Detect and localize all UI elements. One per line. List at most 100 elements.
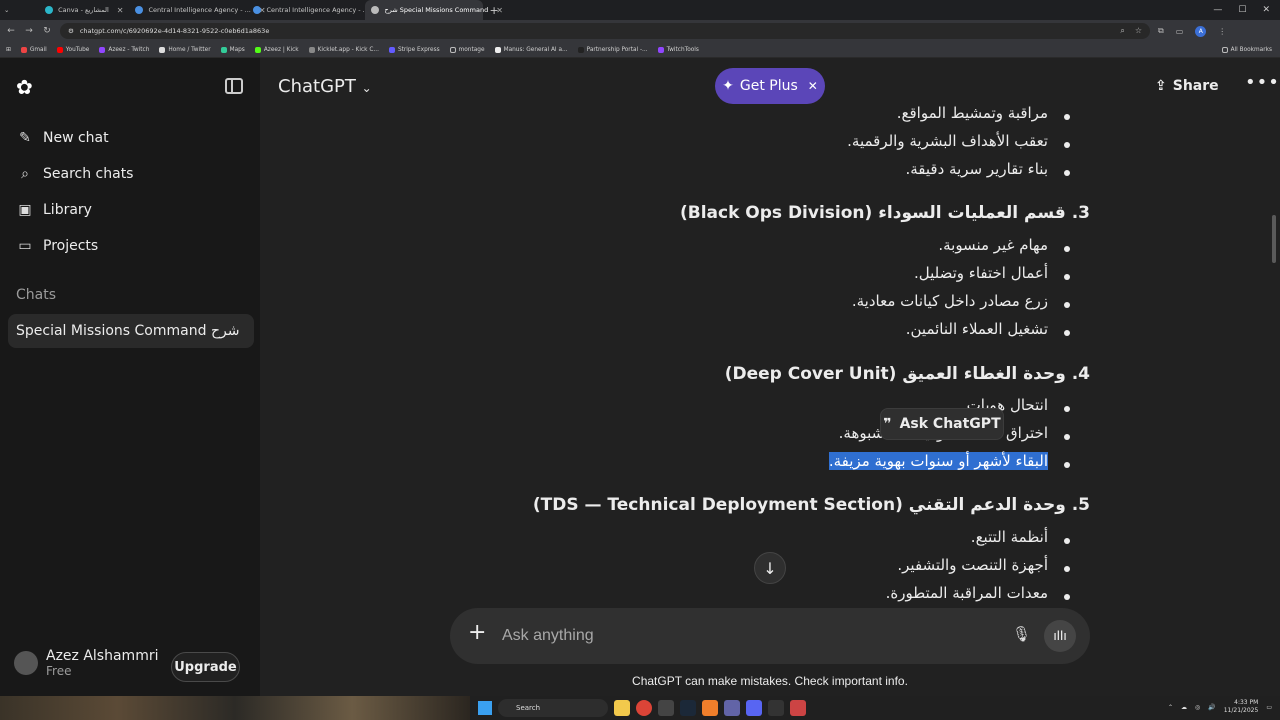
clock-time: 4:33 PM [1234, 699, 1259, 706]
steam-icon[interactable] [680, 700, 696, 716]
section-heading: 4. وحدة الغطاء العميق (Deep Cover Unit) [724, 364, 1090, 384]
list-item: تشغيل العملاء النائمين. [905, 320, 1048, 338]
bookmark-item[interactable]: Home / Twitter [159, 46, 211, 53]
add-attachment-icon[interactable]: + [468, 620, 486, 645]
bookmark-label: All Bookmarks [1230, 46, 1272, 53]
list-item: أنظمة التتبع. [970, 528, 1048, 546]
browser-tab[interactable]: Canva - المشاريع ✕ [13, 0, 129, 20]
chevron-up-icon[interactable]: ⌃ [1168, 704, 1173, 711]
sparkle-icon: ✦ [722, 78, 734, 94]
zoom-icon[interactable]: ⌕ [1120, 26, 1124, 36]
get-plus-button[interactable]: ✦ Get Plus ✕ [715, 68, 825, 104]
back-icon[interactable]: ← [6, 26, 16, 36]
bookmark-item[interactable]: Azeez - Twitch [99, 46, 150, 53]
bookmark-item[interactable]: Azeez | Kick [254, 46, 299, 53]
app-icon[interactable] [702, 700, 718, 716]
user-plan: Free [46, 664, 72, 678]
volume-icon[interactable]: 🔊 [1208, 704, 1215, 711]
close-window-icon[interactable]: ✕ [1262, 5, 1270, 15]
bullet [1064, 406, 1070, 412]
address-bar[interactable]: ⚙ chatgpt.com/c/6920692e-4d14-8321-9522-… [60, 23, 1150, 39]
app-icon[interactable] [724, 700, 740, 716]
library-icon: ▣ [18, 202, 32, 218]
ask-chatgpt-button[interactable]: ❞ Ask ChatGPT [880, 408, 1004, 440]
sidebar-item-projects[interactable]: ▭ Projects [16, 238, 98, 254]
chrome-icon[interactable] [636, 700, 652, 716]
bookmark-item[interactable]: montage [449, 46, 485, 53]
sidepanel-icon[interactable]: ▭ [1176, 27, 1184, 36]
browser-tab[interactable]: Central Intelligence Agency - ...✕ [247, 0, 384, 20]
discord-icon[interactable] [746, 700, 762, 716]
extensions-icon[interactable]: ⧉ [1158, 26, 1164, 36]
scrollbar-thumb[interactable] [1272, 215, 1276, 263]
taskbar: Search ⌃ ☁ ◎ 🔊 4:33 PM 11/21/2025 ▭ [0, 696, 1280, 720]
forward-icon[interactable]: → [24, 26, 34, 36]
chat-list-item[interactable]: Special Missions Command شرح [8, 314, 254, 348]
model-selector[interactable]: ChatGPT ⌄ [278, 76, 372, 97]
model-label: ChatGPT [278, 76, 356, 97]
taskbar-search[interactable]: Search [498, 699, 608, 717]
close-icon[interactable]: ✕ [496, 6, 503, 15]
bullet [1064, 330, 1070, 336]
clock[interactable]: 4:33 PM 11/21/2025 [1224, 699, 1259, 715]
upgrade-button[interactable]: Upgrade [171, 652, 240, 682]
sidebar-toggle-icon[interactable] [225, 78, 243, 94]
apps-icon[interactable]: ⊞ [6, 47, 11, 53]
tab-label: Central Intelligence Agency - ... [148, 6, 251, 14]
file-explorer-icon[interactable] [614, 700, 630, 716]
bookmark-item[interactable]: YouTube [56, 46, 90, 53]
bookmark-label: Azeez - Twitch [108, 46, 150, 53]
bookmark-star-icon[interactable]: ☆ [1135, 26, 1142, 36]
profile-avatar[interactable]: A [1195, 25, 1207, 37]
scroll-down-button[interactable]: ↓ [754, 552, 786, 584]
maximize-icon[interactable]: ☐ [1238, 5, 1246, 15]
sidebar-item-library[interactable]: ▣ Library [16, 202, 92, 218]
minimize-icon[interactable]: — [1213, 5, 1222, 15]
site-info-icon[interactable]: ⚙ [68, 27, 74, 35]
user-menu[interactable]: Azez Alshammri Free [14, 648, 158, 678]
youtube-icon [56, 46, 63, 53]
bookmark-item[interactable]: TwitchTools [657, 46, 699, 53]
bookmark-label: Gmail [29, 46, 47, 53]
portal-icon [577, 46, 584, 53]
list-item: أعمال اختفاء وتضليل. [913, 264, 1048, 282]
sidebar-item-search-chats[interactable]: ⌕ Search chats [16, 166, 133, 182]
voice-mode-button[interactable]: ıllı [1044, 620, 1076, 652]
cloud-icon[interactable]: ☁ [1181, 704, 1187, 711]
browser-tabstrip: ⌄ Canva - المشاريع ✕ Central Intelligence… [0, 0, 1280, 20]
menu-icon[interactable]: ⋮ [1218, 27, 1226, 36]
bookmark-item[interactable]: Gmail [20, 46, 47, 53]
prompt-input[interactable] [502, 624, 982, 648]
reload-icon[interactable]: ↻ [42, 26, 52, 36]
microphone-icon[interactable]: 🎙 [1012, 625, 1031, 643]
share-button[interactable]: ⇪ Share [1155, 78, 1219, 94]
chatgpt-favicon-icon [371, 6, 380, 14]
browser-tab[interactable]: Central Intelligence Agency - ...✕ [129, 0, 266, 20]
terminal-icon[interactable] [768, 700, 784, 716]
extensions-area: ⧉ ▭ A ⋮ [1158, 25, 1226, 37]
manus-icon [494, 46, 501, 53]
bookmark-item[interactable]: Manus: General AI a... [494, 46, 568, 53]
bookmark-item[interactable]: Partnership Portal -... [577, 46, 648, 53]
bookmark-item[interactable]: Maps [220, 46, 245, 53]
get-plus-label: Get Plus [739, 78, 798, 94]
notification-icon[interactable]: ▭ [1266, 704, 1272, 711]
sidebar-item-new-chat[interactable]: ✎ New chat [16, 130, 109, 146]
list-item-selected[interactable]: البقاء لأشهر أو سنوات بهوية مزيفة. [828, 452, 1048, 470]
close-icon[interactable]: ✕ [808, 79, 818, 93]
browser-tab-active[interactable]: شرح Special Missions Command ✕ [365, 0, 503, 20]
bullet [1064, 114, 1070, 120]
openai-logo-icon[interactable]: ✿ [16, 76, 38, 98]
network-icon[interactable]: ◎ [1195, 704, 1200, 711]
bookmark-item[interactable]: Kicklet.app - Kick C... [308, 46, 379, 53]
close-icon[interactable]: ✕ [117, 6, 124, 15]
tab-menu[interactable]: ⌄ [0, 0, 13, 20]
windows-start-icon[interactable] [478, 701, 492, 715]
more-options-icon[interactable]: ••• [1245, 72, 1280, 93]
store-icon[interactable] [658, 700, 674, 716]
bookmark-item[interactable]: Stripe Express [388, 46, 440, 53]
bookmark-label: YouTube [65, 46, 90, 53]
all-bookmarks[interactable]: All Bookmarks [1221, 46, 1280, 53]
kick-icon [254, 46, 261, 53]
app-icon[interactable] [790, 700, 806, 716]
